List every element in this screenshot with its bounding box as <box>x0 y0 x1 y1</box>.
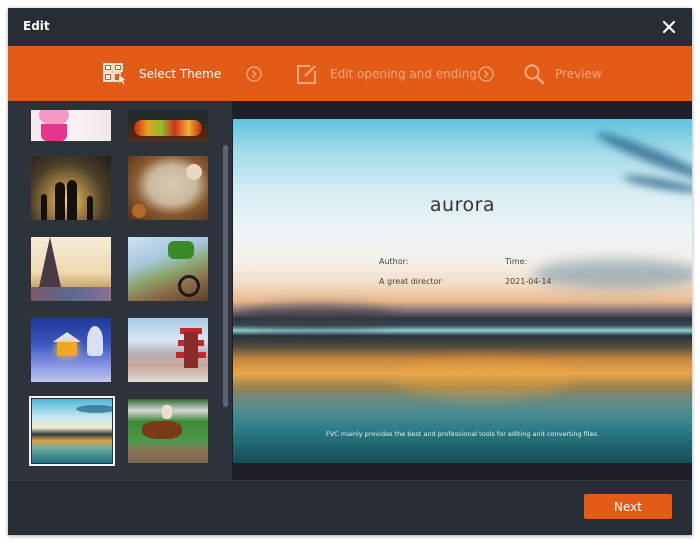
theme-thumbnail-motocross[interactable] <box>128 237 208 301</box>
step-label: Select Theme <box>139 66 222 81</box>
dialog-footer: Next <box>8 480 692 535</box>
theme-thumbnail-candy-apples[interactable] <box>128 110 208 141</box>
theme-thumbnail-christmas-cookies[interactable] <box>128 156 208 220</box>
theme-grid-icon <box>103 62 127 85</box>
step-label: Preview <box>555 66 602 81</box>
close-icon <box>662 20 676 34</box>
close-button[interactable] <box>658 16 680 38</box>
theme-thumbnail-eiffel-tower[interactable] <box>31 237 111 301</box>
theme-list <box>8 101 232 480</box>
chevron-circle-right-icon <box>246 66 262 82</box>
preview-title: aurora <box>429 194 496 216</box>
theme-thumbnail-cupcake[interactable] <box>31 110 111 141</box>
theme-thumbnail-aurora-lake[interactable] <box>29 396 115 466</box>
step-bar: Select Theme Edit opening and ending Pre… <box>8 46 692 101</box>
edit-dialog: Edit Select Theme Edit opening and endin… <box>8 8 692 535</box>
theme-thumbnail-family-sunset[interactable] <box>31 156 111 220</box>
theme-thumbnail-pagoda-mount-fuji[interactable] <box>128 318 208 382</box>
search-icon <box>524 63 545 84</box>
time-label: Time: <box>505 257 528 266</box>
time-value: 2021-04-14 <box>505 277 552 286</box>
step-edit-opening-ending[interactable]: Edit opening and ending <box>296 46 477 101</box>
next-button[interactable]: Next <box>584 494 672 519</box>
theme-preview-image: aurora Author: Time: A great director 20… <box>233 119 692 463</box>
author-value: A great director <box>379 277 442 286</box>
step-preview[interactable]: Preview <box>523 46 602 101</box>
theme-thumbnail-horse-racing[interactable] <box>128 399 208 463</box>
theme-thumbnail-snow-cabin[interactable] <box>31 318 111 382</box>
chevron-circle-right-icon <box>478 66 494 82</box>
step-label: Edit opening and ending <box>330 66 477 81</box>
dialog-title: Edit <box>23 19 50 33</box>
title-bar: Edit <box>8 8 692 46</box>
step-select-theme[interactable]: Select Theme <box>103 46 221 101</box>
preview-footer-text: FVC mainly provides the best and profess… <box>325 430 600 438</box>
preview-panel: aurora Author: Time: A great director 20… <box>232 101 692 480</box>
edit-icon <box>297 64 316 84</box>
theme-list-scrollbar[interactable] <box>223 145 228 407</box>
author-label: Author: <box>379 257 409 266</box>
